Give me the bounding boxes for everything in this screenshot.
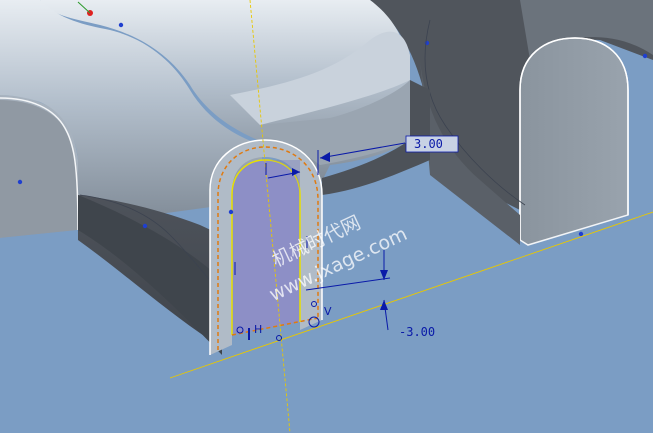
datum-point xyxy=(142,223,148,229)
datum-point xyxy=(17,179,23,185)
datum-point xyxy=(578,231,584,237)
datum-point xyxy=(118,22,124,28)
dim-upper-value[interactable]: 3.00 xyxy=(414,137,443,151)
horizontal-constraint-symbol[interactable]: H xyxy=(254,323,262,336)
vertical-constraint-symbol[interactable]: V xyxy=(324,305,332,318)
model-viewport[interactable]: 3.00 -3.00 H V 机械时代网 www.jxage.com xyxy=(0,0,653,433)
model-canvas[interactable]: 3.00 -3.00 H V 机械时代网 www.jxage.com xyxy=(0,0,653,433)
dim-lower-value[interactable]: -3.00 xyxy=(399,325,435,339)
datum-point xyxy=(642,53,648,59)
datum-point xyxy=(228,209,234,215)
right-arch-face xyxy=(519,37,629,246)
